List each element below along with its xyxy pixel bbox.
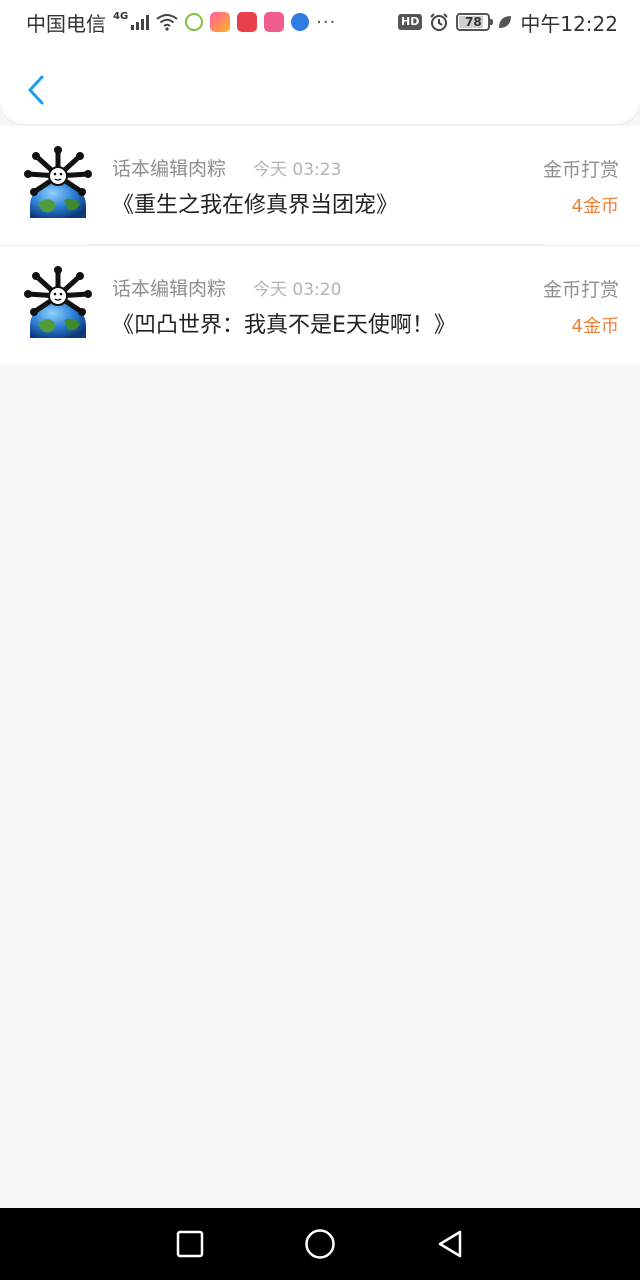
- system-back-button[interactable]: [433, 1227, 467, 1261]
- reward-record-row[interactable]: 话本编辑肉粽 今天 03:20 《凹凸世界：我真不是E天使啊！》 金币打赏 4金…: [0, 245, 640, 364]
- status-time: 中午12:22: [520, 11, 618, 36]
- alarm-icon: [430, 13, 449, 31]
- avatar: [24, 266, 92, 338]
- wifi-icon: [156, 14, 178, 31]
- leaf-icon: [499, 16, 512, 28]
- recent-apps-icon: [176, 1230, 204, 1258]
- chevron-left-icon: [28, 75, 44, 105]
- record-time: 今天 03:23: [253, 160, 342, 180]
- home-icon: [305, 1229, 335, 1259]
- header-card: 中国电信 4G ··· HD 78 中午12:22: [0, 0, 640, 124]
- reward-type: 金币打赏: [542, 279, 619, 301]
- reward-record-row[interactable]: 话本编辑肉粽 今天 03:23 《重生之我在修真界当团宠》 金币打赏 4金币: [0, 126, 640, 245]
- sender-name: 话本编辑肉粽: [112, 278, 227, 300]
- status-bar: 中国电信 4G ··· HD 78 中午12:22: [0, 0, 640, 44]
- avatar: [24, 146, 92, 218]
- screen: 中国电信 4G ··· HD 78 中午12:22 话本编辑肉粽 今天 03:2…: [0, 0, 640, 1280]
- record-time: 今天 03:20: [253, 280, 342, 300]
- home-button[interactable]: [303, 1227, 337, 1261]
- sender-name: 话本编辑肉粽: [112, 158, 227, 180]
- signal-icon: [131, 14, 150, 30]
- back-triangle-icon: [438, 1230, 462, 1258]
- system-navigation-bar: [0, 1208, 640, 1280]
- back-button[interactable]: [18, 70, 54, 110]
- book-title: 《凹凸世界：我真不是E天使啊！》: [112, 313, 456, 338]
- reward-type: 金币打赏: [542, 159, 619, 181]
- more-notifications-icon: ···: [316, 11, 337, 33]
- network-type: 4G: [113, 10, 129, 22]
- reward-record-list: 话本编辑肉粽 今天 03:23 《重生之我在修真界当团宠》 金币打赏 4金币 话…: [0, 126, 640, 364]
- reward-amount: 4金币: [571, 316, 619, 337]
- battery-icon: 78: [456, 13, 494, 31]
- reward-amount: 4金币: [571, 196, 619, 217]
- app-icon-browser: [291, 13, 310, 31]
- hd-badge: HD: [398, 14, 423, 30]
- carrier-label: 中国电信: [26, 11, 106, 36]
- app-icon-bird: [185, 13, 204, 31]
- recent-apps-button[interactable]: [173, 1227, 207, 1261]
- battery-level-text: 78: [465, 15, 482, 29]
- app-icon-pink: [210, 12, 231, 32]
- app-icon-bilibili: [264, 12, 285, 32]
- book-title: 《重生之我在修真界当团宠》: [112, 193, 399, 218]
- app-icon-huawei: [237, 12, 258, 32]
